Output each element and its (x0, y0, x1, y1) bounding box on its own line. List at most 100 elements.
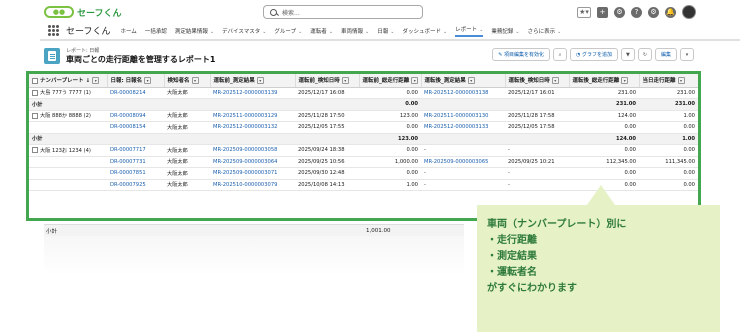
column-header-label: 日報: 日報名 (110, 78, 143, 85)
chevron-down-icon[interactable]: ⌄ (557, 29, 561, 35)
cell-text: MR-202512-0000003133 (424, 124, 489, 131)
nav-item-7[interactable]: 日報 ⌄ (377, 27, 394, 35)
table-cell[interactable]: DR-00007925 (107, 179, 164, 191)
table-cell: 111,345.00 (639, 156, 698, 168)
table-cell[interactable]: DR-00007717 (107, 144, 164, 157)
table-cell[interactable]: DR-00008154 (107, 121, 164, 134)
callout-line: がすぐにわかります (487, 283, 577, 294)
column-menu-chevron-icon[interactable]: ▾ (677, 77, 685, 85)
user-avatar[interactable] (682, 5, 696, 19)
table-cell[interactable]: MR-202509-0000003065 (421, 156, 505, 168)
table-cell[interactable]: MR-202509-0000003058 (210, 144, 295, 157)
column-menu-chevron-icon[interactable]: ▾ (341, 77, 349, 85)
table-cell[interactable]: MR-202512-0000003133 (421, 121, 505, 134)
row-checkbox[interactable] (32, 89, 38, 96)
notification-bell-icon[interactable]: 🔔 (665, 6, 676, 18)
row-checkbox[interactable] (32, 112, 38, 119)
column-menu-chevron-icon[interactable]: ▾ (256, 77, 264, 85)
nav-items: ホーム 一括承認 測定結果情報 ⌄ デバイスマスタ ⌄ グループ ⌄ 運転者 ⌄ 車両情報 ⌄ 日報 ⌄ ダ… (120, 25, 569, 37)
nav-item-0[interactable]: ホーム (120, 27, 136, 35)
nav-item-3[interactable]: デバイスマスタ ⌄ (222, 27, 266, 35)
nav-item-2[interactable]: 測定結果情報 ⌄ (175, 27, 214, 35)
column-menu-chevron-icon[interactable]: ▾ (144, 77, 152, 85)
setup-assistant-icon[interactable]: ⚙ (614, 6, 625, 18)
table-cell[interactable]: DR-00007731 (107, 156, 164, 168)
select-all-checkbox[interactable] (32, 77, 38, 84)
chevron-down-icon[interactable]: ⌄ (329, 29, 333, 35)
table-cell: 112,345.00 (569, 156, 639, 168)
nav-item-1[interactable]: 一括承認 (145, 27, 167, 35)
subtotal-row: 小計 123.00 124.00 1.00 (29, 133, 698, 145)
more-actions-chevron-icon[interactable]: ▾ (680, 48, 694, 61)
table-cell[interactable]: MR-202512-0000003139 (210, 87, 295, 99)
column-menu-chevron-icon[interactable]: ▾ (621, 77, 629, 85)
nav-item-5[interactable]: 運転者 ⌄ (310, 27, 333, 35)
search-placeholder: 検索... (282, 9, 300, 17)
column-header-label: 当日走行距離 (642, 78, 676, 85)
subtotal-row: 小計 0.00 231.00 231.00 (29, 98, 698, 111)
column-header-2[interactable]: 検知者名 ▾ (164, 74, 211, 88)
filter-icon[interactable]: ▼ (620, 48, 635, 61)
app-launcher-icon[interactable] (48, 24, 60, 37)
table-cell[interactable]: MR-202509-0000003064 (210, 156, 295, 168)
cell-text: MR-202512-0000003139 (213, 89, 278, 96)
nav-item-6[interactable]: 車両情報 ⌄ (341, 27, 369, 35)
chevron-down-icon[interactable]: ⌄ (262, 29, 266, 35)
column-menu-chevron-icon[interactable]: ▾ (551, 77, 559, 85)
cell-text: 123.00 (399, 112, 418, 119)
nav-item-8[interactable]: ダッシュボード ⌄ (402, 27, 447, 35)
cell-text: MR-202510-0000003079 (213, 181, 278, 188)
table-cell[interactable]: DR-00007851 (107, 167, 164, 180)
nav-item-10[interactable]: 業務記録 ⌄ (491, 27, 519, 35)
column-header-4[interactable]: 運転前_検知日時 ▾ (295, 74, 360, 88)
chevron-down-icon[interactable]: ⌄ (479, 27, 483, 33)
cell-text: 231.00 (615, 101, 636, 108)
column-menu-chevron-icon[interactable]: ▾ (191, 77, 199, 85)
chevron-down-icon[interactable]: ⌄ (515, 29, 519, 35)
table-cell[interactable]: MR-202512-0000003138 (421, 87, 505, 99)
add-icon[interactable]: + (597, 6, 608, 18)
chevron-down-icon[interactable]: ⌄ (298, 29, 302, 35)
chevron-down-icon[interactable]: ⌄ (365, 29, 369, 35)
table-cell[interactable]: MR-202511-0000003130 (421, 110, 505, 122)
nav-item-label: 測定結果情報 (174, 28, 208, 35)
column-header-9[interactable]: 当日走行距離 ▾ (639, 74, 698, 88)
column-header-7[interactable]: 運転後_検知日時 ▾ (505, 74, 570, 88)
cell-text: 2025/12/05 17:58 (508, 124, 555, 131)
row-checkbox[interactable] (32, 147, 38, 154)
favorites-icon[interactable]: ★▾ (577, 6, 591, 18)
column-header-3[interactable]: 運転前_測定結果 ▾ (210, 74, 296, 88)
table-cell[interactable]: DR-00008214 (107, 87, 164, 99)
search-report-button[interactable]: ⌕ (553, 48, 568, 61)
refresh-icon[interactable]: ↻ (637, 48, 652, 61)
add-chart-button[interactable]: ◔ グラフを追加 (570, 48, 618, 61)
column-header-8[interactable]: 運転後_総走行距離 ▾ (569, 74, 640, 88)
table-cell[interactable]: MR-202510-0000003079 (210, 179, 295, 191)
global-search[interactable]: 検索... (263, 5, 423, 19)
table-cell: 231.00 (569, 87, 639, 99)
column-header-6[interactable]: 運転後_測定結果 ▾ (421, 74, 506, 88)
chevron-down-icon[interactable]: ⌄ (390, 29, 394, 35)
column-header-1[interactable]: 日報: 日報名 ▾ (107, 74, 165, 88)
help-icon[interactable]: ? (631, 6, 642, 18)
column-menu-chevron-icon[interactable]: ▾ (92, 77, 100, 85)
table-row: 大島 777う 7777 (1) DR-00008214 大阪太郎 MR-202512… (29, 87, 698, 99)
report-header: レポート: 日報 車両ごとの走行距離を管理するレポート1 ✎ 項目編集を有効化 … (44, 45, 694, 67)
column-header-0[interactable]: ナンバープレート ↓ ▾ (29, 74, 108, 88)
table-cell[interactable]: DR-00008094 (107, 110, 164, 122)
settings-gear-icon[interactable]: ⚙ (648, 6, 659, 18)
chevron-down-icon[interactable]: ⌄ (210, 29, 214, 35)
table-cell[interactable]: MR-202511-0000003129 (210, 110, 295, 122)
table-cell[interactable]: MR-202512-0000003132 (210, 121, 295, 134)
column-menu-chevron-icon[interactable]: ▾ (467, 77, 475, 85)
app-logo[interactable]: ●● セーフくん (44, 4, 121, 20)
column-header-5[interactable]: 運転前_総走行距離 ▾ (359, 74, 422, 88)
chevron-down-icon[interactable]: ⌄ (443, 29, 447, 35)
nav-item-11[interactable]: さらに表示 ⌄ (528, 27, 562, 35)
nav-item-9[interactable]: レポート ⌄ (455, 25, 484, 37)
edit-button[interactable]: 編集 (654, 48, 677, 61)
enable-field-editing-button[interactable]: ✎ 項目編集を有効化 (492, 48, 551, 61)
table-cell[interactable]: MR-202509-0000003071 (210, 167, 295, 180)
column-menu-chevron-icon[interactable]: ▾ (411, 77, 419, 85)
nav-item-4[interactable]: グループ ⌄ (274, 27, 302, 35)
